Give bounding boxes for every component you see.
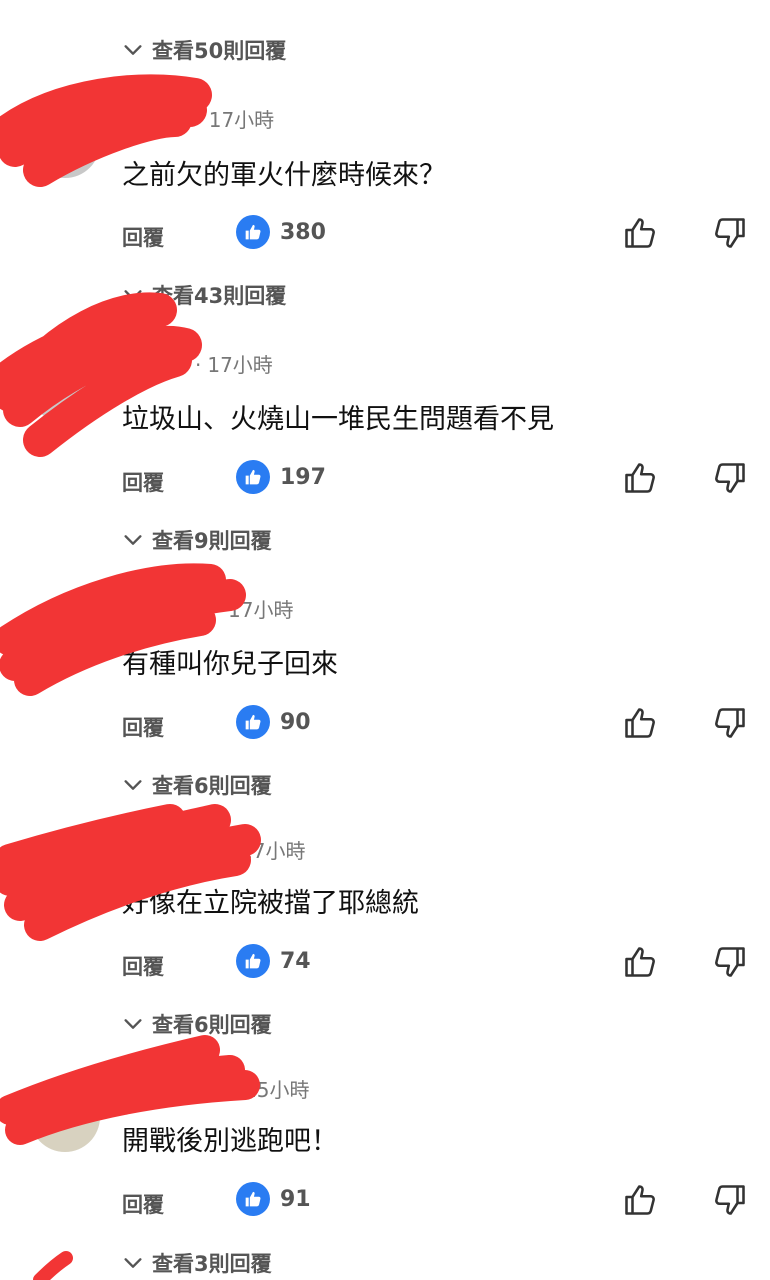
redaction-scribbles [0,74,261,1280]
